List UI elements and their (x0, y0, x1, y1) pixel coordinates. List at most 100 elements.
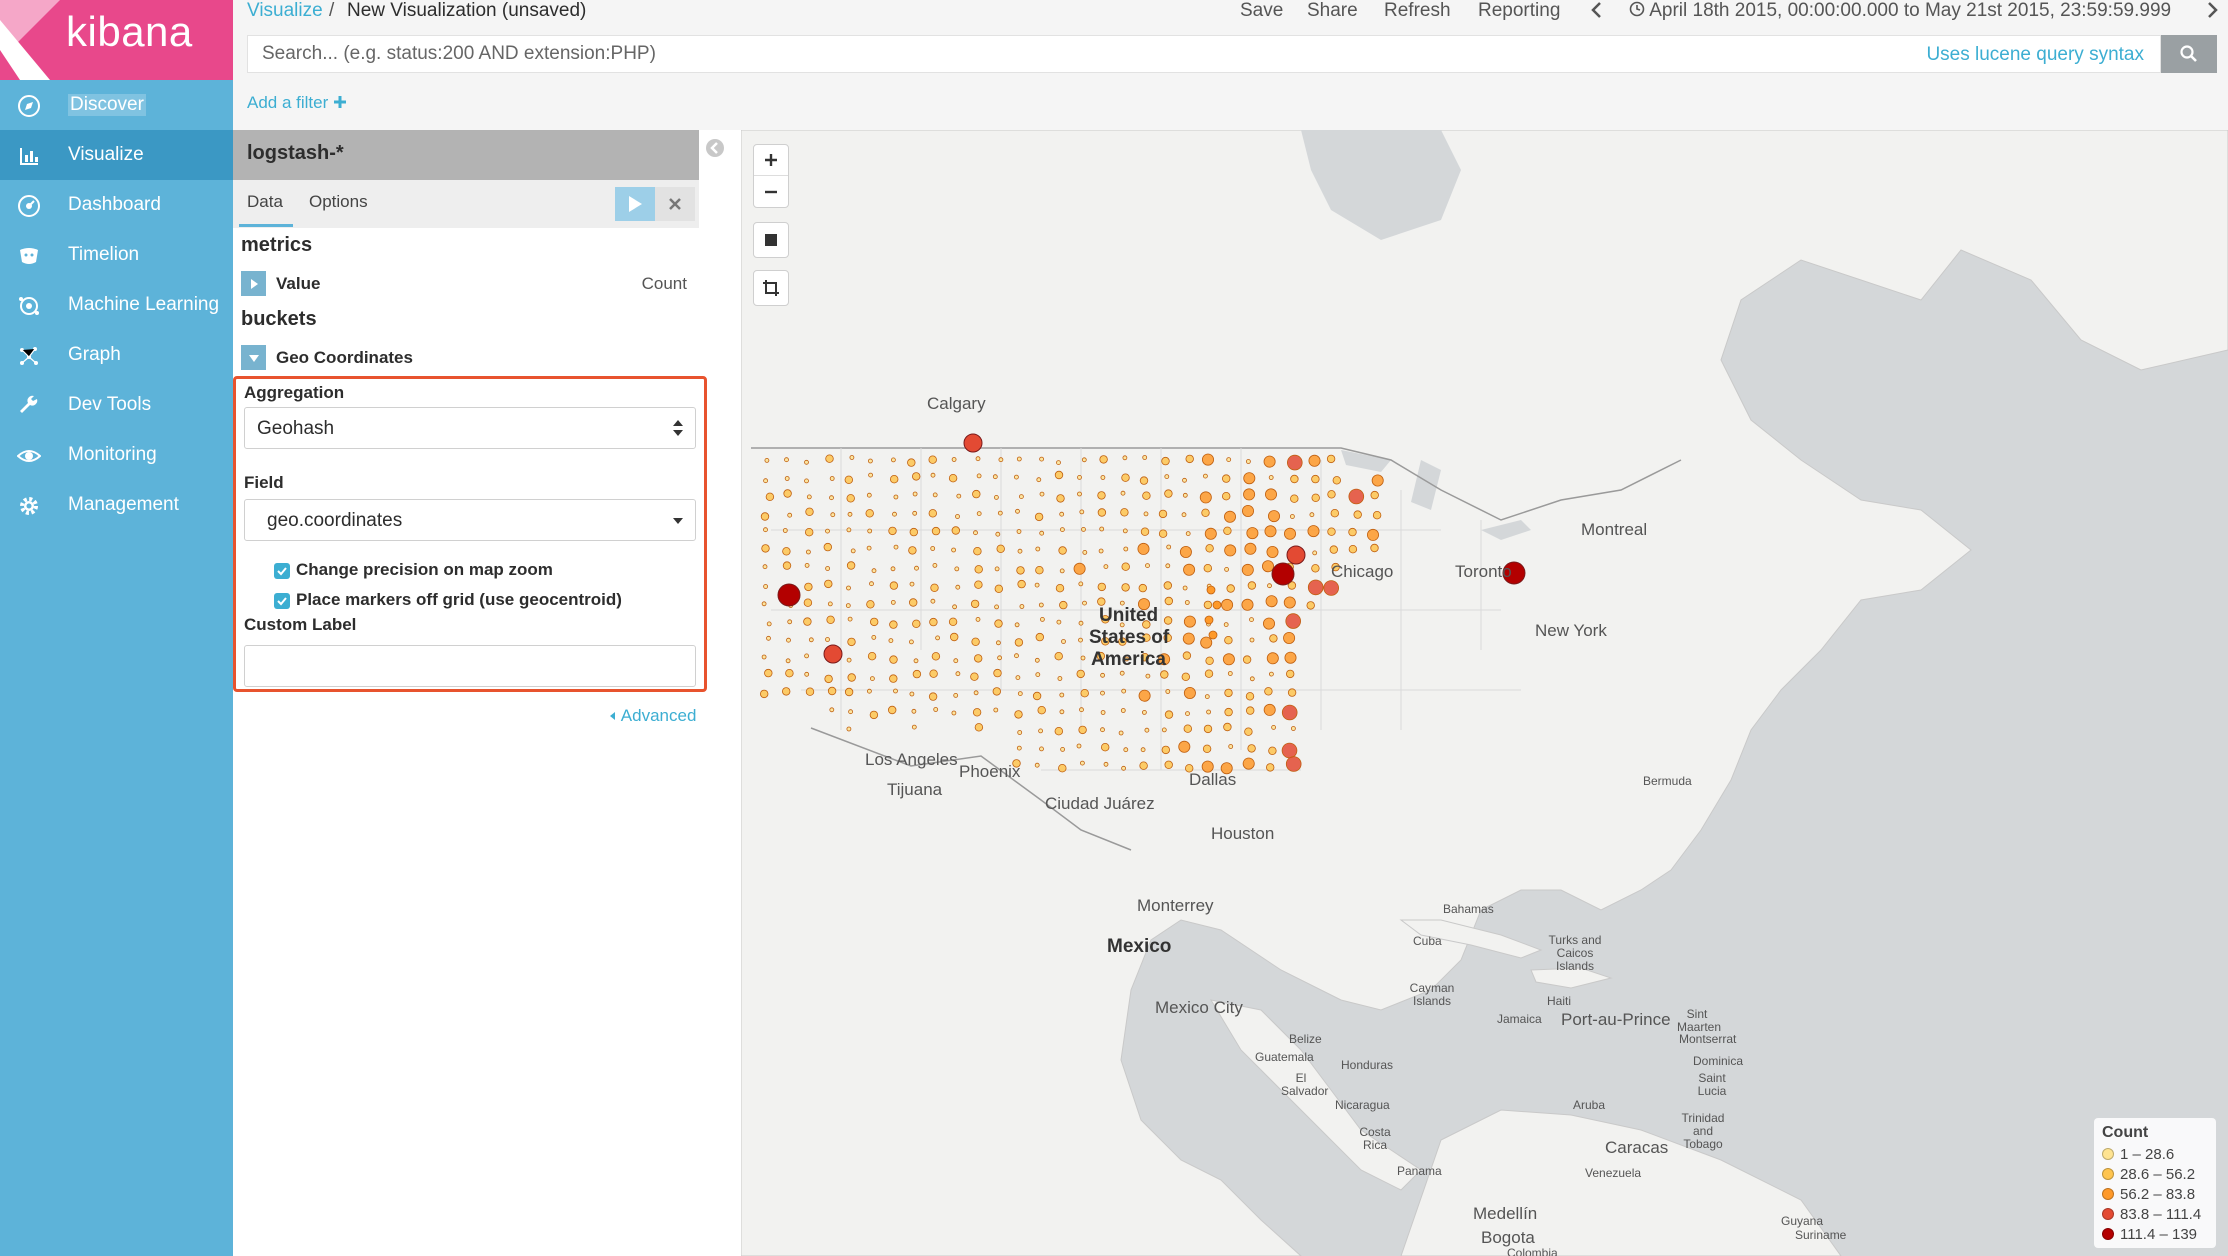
geohash-marker[interactable] (804, 528, 814, 537)
geohash-marker[interactable] (1015, 508, 1020, 514)
geohash-marker[interactable] (1353, 510, 1362, 519)
geohash-marker[interactable] (907, 458, 916, 467)
geohash-marker[interactable] (972, 489, 981, 499)
geohash-marker[interactable] (1267, 583, 1272, 589)
geohash-marker[interactable] (908, 546, 917, 555)
geohash-marker[interactable] (995, 531, 1001, 537)
sidebar-item-monitoring[interactable]: Monitoring (0, 430, 233, 480)
geohash-marker[interactable] (1370, 490, 1379, 500)
geohash-marker[interactable] (1332, 476, 1341, 485)
geohash-marker[interactable] (994, 604, 1000, 610)
geohash-marker[interactable] (761, 544, 770, 553)
geohash-marker[interactable] (1204, 694, 1210, 699)
geohash-marker[interactable] (1078, 725, 1087, 735)
geohash-marker[interactable] (1077, 474, 1082, 480)
geohash-marker[interactable] (782, 561, 792, 570)
geohash-marker[interactable] (1120, 490, 1126, 496)
geohash-marker[interactable] (1139, 761, 1148, 770)
geohash-marker[interactable] (1227, 671, 1233, 676)
geohash-marker[interactable] (786, 637, 791, 643)
geohash-marker[interactable] (805, 507, 814, 516)
geohash-marker[interactable] (1200, 636, 1213, 649)
geohash-marker[interactable] (1014, 653, 1019, 659)
geohash-marker[interactable] (912, 669, 922, 679)
geohash-marker[interactable] (932, 562, 938, 568)
geohash-marker[interactable] (1100, 727, 1105, 733)
geohash-marker[interactable] (1165, 689, 1171, 694)
geohash-marker[interactable] (846, 494, 855, 503)
geohash-marker[interactable] (1034, 582, 1040, 588)
geohash-marker[interactable] (911, 724, 917, 730)
geohash-marker[interactable] (782, 547, 791, 556)
geohash-marker[interactable] (1204, 669, 1214, 678)
geohash-marker[interactable] (997, 510, 1003, 516)
geohash-marker[interactable] (1184, 600, 1190, 605)
geohash-marker[interactable] (782, 528, 788, 533)
geohash-marker[interactable] (1224, 544, 1237, 557)
geohash-marker[interactable] (992, 687, 1001, 696)
geohash-marker[interactable] (1281, 742, 1298, 759)
geohash-marker[interactable] (992, 474, 998, 480)
geohash-marker[interactable] (763, 584, 769, 589)
geohash-marker[interactable] (1035, 672, 1041, 677)
geohash-marker[interactable] (1081, 526, 1086, 532)
geohash-marker[interactable] (1163, 616, 1173, 625)
kibana-logo[interactable]: kibana (0, 0, 233, 80)
geohash-marker[interactable] (803, 617, 812, 626)
geohash-marker[interactable] (1206, 709, 1212, 715)
geohash-marker[interactable] (1202, 744, 1212, 753)
geohash-marker[interactable] (1035, 566, 1044, 575)
geohash-marker[interactable] (1286, 669, 1295, 679)
geohash-marker[interactable] (930, 598, 936, 604)
geohash-marker[interactable] (1283, 631, 1296, 644)
time-back-button[interactable] (1590, 1, 1604, 25)
geohash-marker[interactable] (847, 616, 853, 622)
geohash-marker[interactable] (1097, 491, 1106, 500)
geohash-marker[interactable] (1308, 454, 1321, 467)
geohash-marker[interactable] (951, 710, 957, 716)
geohash-marker[interactable] (1158, 529, 1168, 538)
geohash-marker[interactable] (954, 566, 960, 572)
geohash-marker[interactable] (994, 619, 1003, 628)
geohash-marker[interactable] (847, 673, 856, 682)
geohash-marker[interactable] (1291, 726, 1296, 731)
geohash-marker[interactable] (973, 654, 983, 663)
geocentroid-checkbox[interactable] (274, 593, 290, 609)
sidebar-item-machine-learning[interactable]: Machine Learning (0, 280, 233, 330)
geohash-marker[interactable] (1018, 494, 1024, 500)
geohash-marker[interactable] (929, 617, 938, 627)
geohash-marker[interactable] (871, 568, 877, 574)
geohash-marker[interactable] (1160, 670, 1169, 679)
breadcrumb-link[interactable]: Visualize (247, 0, 323, 22)
geohash-marker[interactable] (846, 561, 856, 570)
geohash-marker[interactable] (1265, 488, 1278, 501)
geohash-marker[interactable] (912, 510, 918, 516)
geohash-marker[interactable] (1079, 760, 1085, 766)
geohash-marker[interactable] (930, 546, 936, 551)
geohash-marker[interactable] (1268, 510, 1281, 523)
geohash-marker[interactable] (824, 579, 833, 589)
geohash-marker[interactable] (760, 689, 769, 699)
geohash-marker[interactable] (1016, 456, 1022, 462)
geohash-marker[interactable] (889, 674, 898, 683)
geohash-marker[interactable] (930, 472, 936, 478)
geohash-marker[interactable] (1161, 456, 1170, 466)
discard-changes-button[interactable] (655, 187, 695, 221)
geohash-marker[interactable] (1249, 637, 1255, 643)
geohash-marker[interactable] (1222, 653, 1235, 666)
geohash-marker[interactable] (1223, 622, 1229, 628)
geohash-marker[interactable] (1164, 596, 1173, 606)
geohash-marker[interactable] (1281, 704, 1298, 721)
geohash-marker[interactable] (1241, 504, 1254, 517)
geohash-marker[interactable] (1122, 528, 1128, 534)
geohash-marker[interactable] (825, 528, 830, 534)
geohash-marker[interactable] (1284, 527, 1297, 540)
geohash-marker[interactable] (1228, 744, 1234, 749)
geohash-marker[interactable] (1182, 585, 1188, 591)
geohash-marker[interactable] (1263, 455, 1276, 468)
geohash-marker[interactable] (1307, 525, 1320, 538)
geohash-marker[interactable] (1036, 477, 1042, 483)
expand-toggle[interactable] (241, 271, 266, 296)
geohash-marker[interactable] (1035, 546, 1041, 552)
geohash-marker[interactable] (782, 687, 791, 696)
